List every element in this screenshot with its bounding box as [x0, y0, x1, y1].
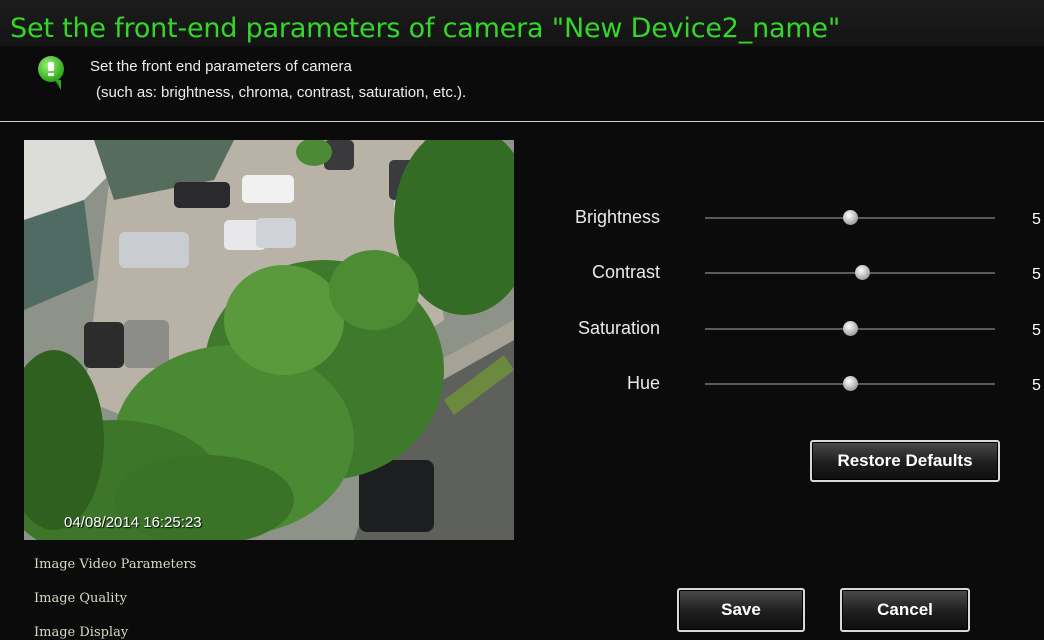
hue-label: Hue [626, 373, 660, 393]
saturation-slider-handle[interactable] [843, 321, 858, 336]
menu-item-image-quality[interactable]: Image Quality [34, 591, 127, 606]
hue-slider[interactable] [705, 376, 995, 391]
camera-preview [24, 140, 514, 540]
description-line-2: (such as: brightness, chroma, contrast, … [96, 84, 467, 101]
contrast-label: Contrast [591, 262, 660, 282]
save-button[interactable]: Save [677, 588, 805, 632]
brightness-label: Brightness [574, 207, 660, 227]
cancel-button[interactable]: Cancel [840, 588, 970, 632]
saturation-label: Saturation [577, 318, 660, 338]
header-divider [0, 121, 1044, 122]
info-bubble-icon [38, 56, 64, 82]
saturation-value: 5 [1032, 322, 1041, 339]
menu-item-image-video-parameters[interactable]: Image Video Parameters [34, 557, 196, 572]
hue-slider-handle[interactable] [843, 376, 858, 391]
contrast-slider-handle[interactable] [854, 265, 870, 280]
description-line-1: Set the front end parameters of camera [90, 58, 352, 75]
brightness-value: 5 [1032, 211, 1041, 228]
brightness-slider-handle[interactable] [843, 210, 858, 225]
info-bubble-tail [55, 80, 61, 90]
camera-preview-image [24, 140, 514, 540]
contrast-slider[interactable] [705, 265, 995, 280]
video-timestamp: 04/08/2014 16:25:23 [64, 514, 202, 531]
restore-defaults-button[interactable]: Restore Defaults [810, 440, 1000, 482]
brightness-slider[interactable] [705, 210, 995, 225]
contrast-value: 5 [1032, 266, 1041, 283]
hue-value: 5 [1032, 377, 1041, 394]
saturation-slider[interactable] [705, 321, 995, 336]
title-bar: Set the front-end parameters of camera "… [0, 0, 1044, 46]
page-title: Set the front-end parameters of camera "… [10, 13, 841, 44]
